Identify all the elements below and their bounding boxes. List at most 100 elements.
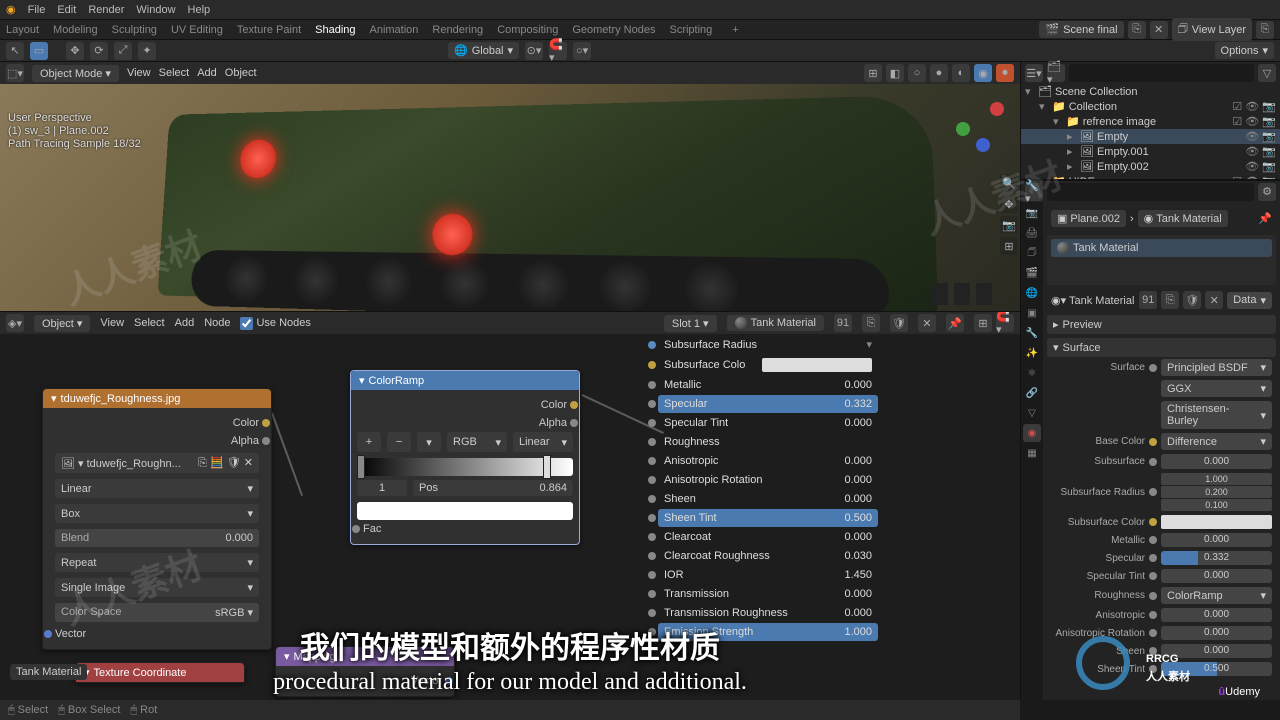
xray-icon[interactable]: ◧: [886, 64, 904, 82]
source-dropdown[interactable]: Single Image▾: [55, 578, 259, 597]
tankmat-frame-chip[interactable]: Tank Material: [10, 664, 87, 680]
outliner-empty1[interactable]: 🖼Empty.001👁 📷: [1021, 144, 1280, 159]
mat-unlink-icon[interactable]: ✕: [918, 314, 936, 332]
zoom-icon[interactable]: 🔍: [1000, 174, 1018, 192]
sheentint-row[interactable]: Sheen Tint0.500: [658, 509, 878, 527]
tab-object-icon[interactable]: ▣: [1023, 304, 1041, 322]
color-ramp-gradient[interactable]: [357, 458, 573, 476]
use-nodes-checkbox[interactable]: Use Nodes: [240, 317, 310, 330]
outliner-scenecoll[interactable]: 🗂Scene Collection: [1021, 84, 1280, 99]
tab-viewlayer-icon[interactable]: 🗇: [1023, 244, 1041, 262]
transrough-row[interactable]: Transmission Roughness0.000: [658, 604, 878, 622]
tab-world-icon[interactable]: 🌐: [1023, 284, 1041, 302]
propedit-icon[interactable]: ○▾: [573, 42, 591, 60]
outliner-empty2[interactable]: 🖼Empty.002👁 📷: [1021, 159, 1280, 174]
scale-icon[interactable]: ⤢: [114, 42, 132, 60]
subsurf-radius-row[interactable]: Subsurface Radius▾: [658, 335, 878, 354]
tab-texpaint[interactable]: Texture Paint: [237, 24, 301, 36]
shading-solid-icon[interactable]: ●: [930, 64, 948, 82]
spectint-row[interactable]: Specular Tint0.000: [658, 414, 878, 432]
add-workspace-icon[interactable]: +: [732, 24, 738, 36]
imgnode-alpha-socket[interactable]: Alpha: [231, 435, 259, 447]
mat-users[interactable]: 91: [1139, 291, 1157, 309]
shading-wire-icon[interactable]: ○: [908, 64, 926, 82]
subsurf-radius-vals[interactable]: 1.0000.2000.100: [1161, 473, 1272, 511]
transform-icon[interactable]: ✦: [138, 42, 156, 60]
clearcoat-row[interactable]: Clearcoat0.000: [658, 528, 878, 546]
pivot-icon[interactable]: ⊙▾: [525, 42, 543, 60]
tab-particle-icon[interactable]: ✨: [1023, 344, 1041, 362]
image-texture-node[interactable]: ▾tduwefjc_Roughness.jpg Color Alpha 🖼 ▾ …: [42, 388, 272, 650]
persp-ortho-icon[interactable]: ⊞: [1000, 237, 1018, 255]
ramp-interp-dropdown[interactable]: Linear▾: [513, 432, 573, 452]
ramp-menu[interactable]: ▾: [417, 432, 441, 452]
ramp-color-swatch[interactable]: [357, 502, 573, 520]
tab-scripting[interactable]: Scripting: [669, 24, 712, 36]
outliner-display-icon[interactable]: 🗂▾: [1047, 64, 1065, 82]
vp-menu-object[interactable]: Object: [225, 67, 257, 79]
select-tool-icon[interactable]: ▭: [30, 42, 48, 60]
node-canvas[interactable]: ▾tduwefjc_Roughness.jpg Color Alpha 🖼 ▾ …: [0, 334, 1020, 700]
tab-texture-icon[interactable]: ▦: [1023, 444, 1041, 462]
props-editor-icon[interactable]: 🔧▾: [1025, 183, 1043, 201]
interp-dropdown[interactable]: Linear▾: [55, 479, 259, 498]
ramp-pos-field[interactable]: Pos0.864: [413, 480, 573, 496]
rotate-icon[interactable]: ⟳: [90, 42, 108, 60]
material-slot-list[interactable]: Tank Material: [1047, 235, 1276, 285]
surface-panel-header[interactable]: ▾Surface: [1047, 338, 1276, 357]
ramp-add-stop[interactable]: +: [357, 432, 381, 452]
tab-shading[interactable]: Shading: [315, 24, 355, 36]
ramp-mode-dropdown[interactable]: RGB▾: [447, 432, 507, 452]
tab-modeling[interactable]: Modeling: [53, 24, 98, 36]
shading-matprev-icon[interactable]: ◐: [952, 64, 970, 82]
mat-link-dropdown[interactable]: Data▾: [1227, 292, 1272, 309]
tab-constraint-icon[interactable]: 🔗: [1023, 384, 1041, 402]
viewport-canvas[interactable]: User Perspective (1) sw_3 | Plane.002 Pa…: [0, 84, 1020, 311]
mat-users-badge[interactable]: 91: [834, 314, 852, 332]
metallic-slider[interactable]: 0.000: [1161, 533, 1272, 547]
tab-physics-icon[interactable]: ⚛: [1023, 364, 1041, 382]
shader-type-dropdown[interactable]: Object ▾: [34, 315, 90, 332]
mat-fake2-icon[interactable]: 🛡: [1183, 291, 1201, 309]
vp-menu-add[interactable]: Add: [197, 67, 217, 79]
tab-modifier-icon[interactable]: 🔧: [1023, 324, 1041, 342]
material-name-field[interactable]: Tank Material: [727, 315, 824, 331]
anisorot-slider[interactable]: 0.000: [1161, 626, 1272, 640]
extension-dropdown[interactable]: Repeat▾: [55, 553, 259, 572]
tab-geonodes[interactable]: Geometry Nodes: [572, 24, 655, 36]
menu-file[interactable]: File: [28, 4, 46, 16]
basecolor-dd[interactable]: Difference▾: [1161, 433, 1272, 450]
ramp-index[interactable]: 1: [357, 480, 407, 496]
menu-window[interactable]: Window: [136, 4, 175, 16]
distrib-dd[interactable]: GGX▾: [1161, 380, 1272, 397]
overlay-toggle-icon[interactable]: ⊞: [864, 64, 882, 82]
specular-slider[interactable]: 0.332: [1161, 551, 1272, 565]
aniso-row[interactable]: Anisotropic0.000: [658, 452, 878, 470]
colorramp-node[interactable]: ▾ColorRamp Color Alpha + − ▾ RGB▾ Linear…: [350, 370, 580, 545]
outliner-refimg[interactable]: 📁refrence image☑ 👁 📷: [1021, 114, 1280, 129]
tab-sculpting[interactable]: Sculpting: [112, 24, 157, 36]
ne-overlay-icon[interactable]: ⊞: [974, 314, 992, 332]
outliner-filter-icon[interactable]: ▽: [1258, 64, 1276, 82]
orientation-dropdown[interactable]: 🌐 Global ▾: [448, 42, 519, 59]
colorramp-header[interactable]: ▾ColorRamp: [351, 371, 579, 390]
menu-render[interactable]: Render: [88, 4, 124, 16]
roughness-row[interactable]: Roughness: [658, 433, 878, 451]
viewlayer-new-icon[interactable]: ⎘: [1256, 21, 1274, 39]
preview-panel-header[interactable]: ▸Preview: [1047, 315, 1276, 334]
mat-unlink2-icon[interactable]: ✕: [1205, 291, 1223, 309]
snap-icon[interactable]: 🧲▾: [549, 42, 567, 60]
tab-material-icon[interactable]: ◉: [1023, 424, 1041, 442]
mat-new-icon[interactable]: ⎘: [862, 314, 880, 332]
projection-dropdown[interactable]: Box▾: [55, 504, 259, 523]
nav-gizmo[interactable]: [950, 94, 1010, 154]
prop-obj-chip[interactable]: ▣ Plane.002: [1051, 210, 1126, 227]
roughness-dd[interactable]: ColorRamp▾: [1161, 587, 1272, 604]
blend-field[interactable]: Blend0.000: [55, 529, 259, 547]
matslot-tankmaterial[interactable]: Tank Material: [1051, 239, 1272, 257]
imgnode-vector-socket[interactable]: Vector: [55, 628, 86, 640]
ne-snap-icon[interactable]: 🧲▾: [996, 314, 1014, 332]
surface-shader-dd[interactable]: Principled BSDF▾: [1161, 359, 1272, 376]
tab-layout[interactable]: Layout: [6, 24, 39, 36]
tab-uv[interactable]: UV Editing: [171, 24, 223, 36]
